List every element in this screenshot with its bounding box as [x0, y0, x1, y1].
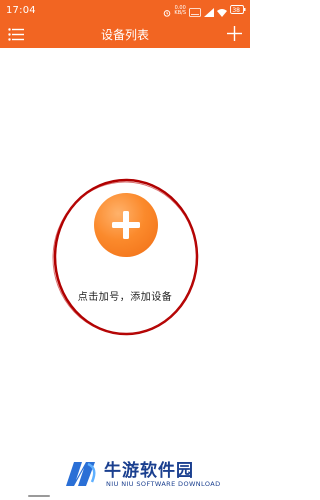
- battery-level: 38: [232, 7, 240, 14]
- plus-icon: [112, 211, 140, 239]
- watermark-subtitle: NIU NIU SOFTWARE DOWNLOAD: [106, 480, 221, 488]
- add-device-hint: 点击加号，添加设备: [77, 292, 173, 303]
- add-device-button[interactable]: [224, 25, 244, 45]
- status-bar: 17:04 0.00 KB/S 38: [0, 0, 250, 22]
- status-time: 17:04: [6, 5, 36, 16]
- watermark-title: 牛游软件园: [104, 461, 194, 481]
- network-speed: 0.00 KB/S: [174, 6, 186, 16]
- menu-button[interactable]: [6, 25, 26, 45]
- status-icons: 0.00 KB/S 38: [163, 5, 246, 17]
- home-indicator[interactable]: [28, 495, 50, 497]
- sim-icon: [189, 2, 201, 21]
- wifi-icon: [217, 2, 227, 21]
- network-speed-unit: KB/S: [174, 10, 186, 16]
- signal-icon: [204, 2, 214, 21]
- add-device-circle-button[interactable]: [94, 193, 158, 257]
- app-bar: 设备列表: [0, 22, 250, 48]
- plus-icon: [226, 25, 242, 45]
- watermark-logo-icon: [62, 458, 100, 494]
- alarm-icon: [163, 2, 171, 21]
- page-title: 设备列表: [100, 28, 149, 42]
- menu-icon: [8, 26, 24, 45]
- watermark: 牛游软件园 NIU NIU SOFTWARE DOWNLOAD: [62, 456, 232, 496]
